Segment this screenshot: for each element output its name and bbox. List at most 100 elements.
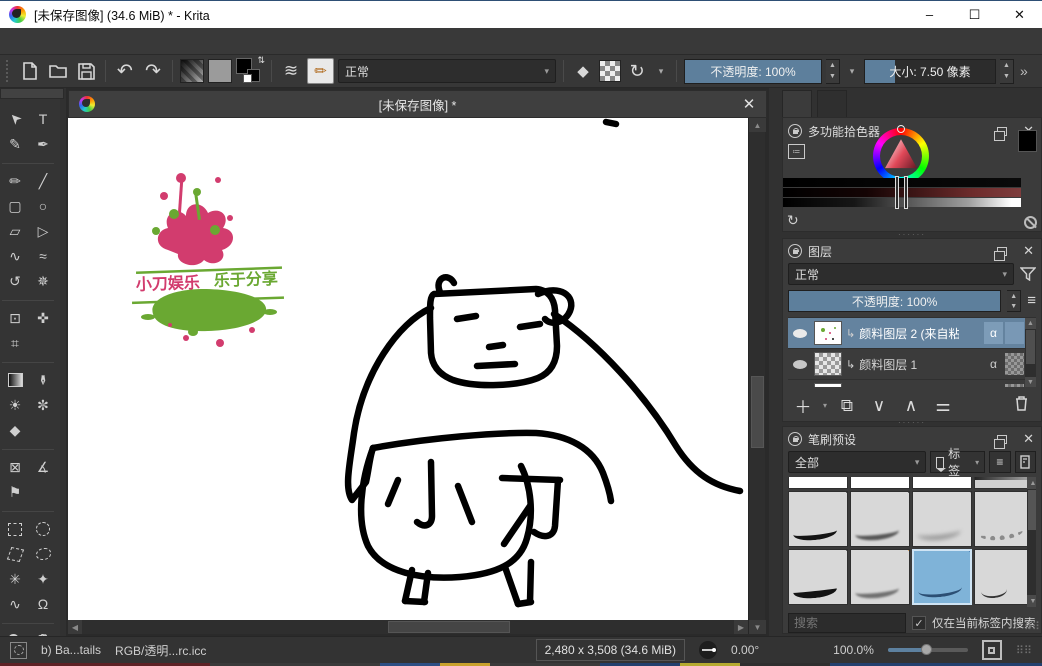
pattern-chooser[interactable] bbox=[208, 59, 232, 83]
document-subwindow-titlebar[interactable]: [未保存图像] * ✕ bbox=[68, 90, 767, 118]
elliptical-select-tool[interactable] bbox=[30, 517, 56, 541]
opacity-slider[interactable]: 不透明度: 100% bbox=[684, 59, 822, 84]
alpha-channel-icon[interactable]: α bbox=[984, 322, 1003, 344]
float-panel-icon[interactable] bbox=[997, 247, 1007, 256]
scroll-down-icon[interactable]: ▼ bbox=[749, 620, 766, 634]
preserve-alpha-button[interactable] bbox=[599, 60, 621, 82]
layer-filter-icon[interactable] bbox=[1020, 267, 1036, 281]
scroll-left-icon[interactable]: ◀ bbox=[68, 620, 82, 634]
dock-tab-工具选项[interactable] bbox=[817, 90, 847, 117]
item[interactable] bbox=[2, 443, 54, 450]
alpha-channel-icon[interactable]: α bbox=[984, 384, 1003, 387]
scroll-down-icon[interactable]: ▼ bbox=[1027, 595, 1036, 607]
fill-tool[interactable]: ◆ bbox=[2, 418, 28, 442]
resize-grip[interactable]: ⠿⠿ bbox=[1016, 644, 1032, 657]
preset-paint-details[interactable] bbox=[850, 549, 910, 605]
docker-lock-icon[interactable] bbox=[788, 244, 802, 258]
canvas-horizontal-scrollbar[interactable]: ◀ ▶ bbox=[68, 620, 748, 634]
visibility-eye-icon[interactable] bbox=[793, 360, 807, 369]
docker-lock-icon[interactable] bbox=[788, 432, 802, 446]
inherit-alpha-icon[interactable] bbox=[1005, 384, 1024, 387]
delete-layer-button[interactable] bbox=[1006, 395, 1036, 416]
scroll-thumb[interactable] bbox=[1026, 330, 1035, 364]
layer-opacity-spinners[interactable]: ▲▼ bbox=[1007, 290, 1021, 312]
preset-scrollbar[interactable]: ▲ ▼ bbox=[1027, 477, 1036, 607]
color-wheel[interactable] bbox=[873, 128, 929, 184]
smart-patch-tool[interactable]: ✼ bbox=[30, 393, 56, 417]
swap-colors-icon[interactable]: ⇅ bbox=[257, 55, 265, 66]
toolbar-overflow-button[interactable]: » bbox=[1020, 63, 1028, 79]
visibility-eye-icon[interactable] bbox=[793, 329, 807, 338]
brush-option-slider-icon[interactable]: ≋ bbox=[279, 59, 303, 83]
preset-ink-ballpen[interactable] bbox=[788, 491, 848, 547]
bezier-select-tool[interactable]: ∿ bbox=[2, 592, 28, 616]
menu-窗口(W)[interactable] bbox=[188, 37, 206, 45]
assistants-tool[interactable]: ⊠ bbox=[2, 455, 28, 479]
float-panel-icon[interactable] bbox=[997, 435, 1007, 444]
color-sampler-tool[interactable]: ✒ bbox=[31, 367, 55, 393]
document-close-icon[interactable]: ✕ bbox=[732, 95, 766, 113]
inherit-alpha-icon[interactable] bbox=[1005, 322, 1024, 344]
move-layer-up-button[interactable]: ∧ bbox=[896, 396, 926, 416]
menu-编辑(E)[interactable] bbox=[28, 37, 46, 45]
gradient-tool[interactable] bbox=[2, 368, 28, 392]
preset-filter-dropdown[interactable]: 全部 ▾ bbox=[788, 451, 926, 473]
preset-ink-brush[interactable] bbox=[850, 491, 910, 547]
preset-eraser-soft[interactable] bbox=[912, 477, 972, 489]
value-bar[interactable] bbox=[783, 178, 1021, 187]
open-document-button[interactable] bbox=[46, 59, 70, 83]
vertical-scroll-thumb[interactable] bbox=[751, 376, 764, 448]
line-tool[interactable]: ╱ bbox=[30, 169, 56, 193]
freehand-path-tool[interactable]: ≈ bbox=[30, 244, 56, 268]
opacity-dropdown-arrow[interactable]: ▾ bbox=[844, 59, 860, 84]
minimize-button[interactable]: – bbox=[907, 1, 952, 28]
refresh-colors-icon[interactable]: ↻ bbox=[787, 212, 799, 229]
freehand-select-tool[interactable] bbox=[30, 542, 56, 566]
transform-tool[interactable]: ⊡ bbox=[2, 306, 28, 330]
menu-滤镜(R)[interactable] bbox=[128, 37, 146, 45]
preset-eraser-circle[interactable] bbox=[788, 477, 848, 489]
preset-paint-basic[interactable] bbox=[788, 549, 848, 605]
size-spinners[interactable]: ▲▼ bbox=[1000, 59, 1014, 84]
docker-lock-icon[interactable] bbox=[788, 124, 802, 138]
float-panel-icon[interactable] bbox=[997, 127, 1007, 136]
layer-thumbnail[interactable] bbox=[814, 352, 842, 376]
close-panel-icon[interactable]: ✕ bbox=[1023, 243, 1034, 259]
item[interactable] bbox=[2, 505, 54, 512]
maximize-button[interactable]: ☐ bbox=[952, 1, 997, 28]
canvas-rotation-dial[interactable] bbox=[699, 641, 717, 659]
move-layer-down-button[interactable]: ∨ bbox=[864, 396, 894, 416]
layer-blend-mode-dropdown[interactable]: 正常 ▾ bbox=[788, 263, 1014, 285]
preset-view-menu-button[interactable]: ≡ bbox=[989, 451, 1010, 473]
resize-grip[interactable]: ⠿⠿ bbox=[1024, 620, 1040, 633]
redo-button[interactable]: ↷ bbox=[141, 59, 165, 83]
save-button[interactable] bbox=[74, 59, 98, 83]
pattern-edit-tool[interactable]: ☀ bbox=[2, 393, 28, 417]
layer-properties-button[interactable]: ⚌ bbox=[928, 396, 958, 416]
preset-pencil-blue[interactable] bbox=[974, 549, 1034, 605]
multibrush-tool[interactable]: ✵ bbox=[30, 269, 56, 293]
preset-search-input[interactable] bbox=[788, 613, 906, 633]
menu-选择(S)[interactable] bbox=[108, 37, 126, 45]
reload-dropdown-arrow[interactable]: ▾ bbox=[653, 59, 669, 84]
rectangle-tool[interactable]: ▢ bbox=[2, 194, 28, 218]
lightness-bar[interactable] bbox=[783, 198, 1021, 207]
menu-视图(V)[interactable] bbox=[48, 37, 66, 45]
bar-marker[interactable] bbox=[904, 176, 908, 209]
dynamic-brush-tool[interactable]: ↺ bbox=[2, 269, 28, 293]
item[interactable] bbox=[2, 617, 54, 624]
new-document-button[interactable] bbox=[18, 59, 42, 83]
zoom-slider-knob[interactable] bbox=[921, 644, 932, 655]
inherit-alpha-icon[interactable] bbox=[1005, 353, 1024, 375]
background-color-swatch[interactable] bbox=[247, 69, 260, 82]
measure-tool[interactable]: ∡ bbox=[30, 455, 56, 479]
scroll-down-icon[interactable]: ▼ bbox=[1025, 377, 1036, 387]
reload-preset-button[interactable]: ↻ bbox=[625, 59, 649, 83]
alpha-channel-icon[interactable]: α bbox=[984, 353, 1003, 375]
close-button[interactable]: ✕ bbox=[997, 1, 1042, 28]
text-tool[interactable]: T bbox=[30, 107, 56, 131]
scroll-thumb[interactable] bbox=[1028, 490, 1036, 530]
menu-设置(N)[interactable] bbox=[168, 37, 186, 45]
zoom-slider[interactable] bbox=[888, 648, 968, 652]
menu-工具(T)[interactable] bbox=[148, 37, 166, 45]
